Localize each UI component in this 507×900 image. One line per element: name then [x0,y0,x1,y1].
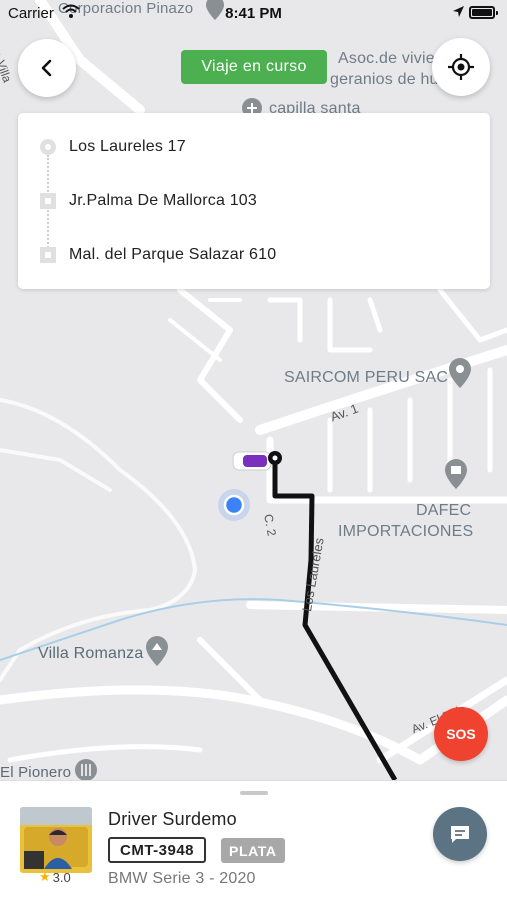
route-polyline [272,458,398,780]
vehicle-info: BMW Serie 3 - 2020 [108,870,256,887]
sheet-drag-handle[interactable] [240,791,268,795]
origin-marker-icon [40,139,56,155]
chevron-left-icon [41,59,52,77]
route-stop: Jr.Palma De Mallorca 103 [69,192,257,209]
user-location-dot [223,494,245,516]
battery-icon [469,6,498,19]
star-icon: ★ [39,869,51,884]
driver-rating: ★ 3.0 [39,869,71,885]
driver-avatar [20,807,92,873]
driver-name: Driver Surdemo [108,809,237,829]
locate-me-button[interactable] [432,38,490,96]
route-card: Los Laureles 17 Jr.Palma De Mallorca 103… [18,113,490,289]
driver-tier-badge: PLATA [221,838,285,863]
stop-marker-icon [40,193,56,209]
poi-pin-pionero [75,759,97,780]
map-label-assoc-2: geranios de hu [330,71,439,88]
route-destination: Mal. del Parque Salazar 610 [69,246,277,263]
sos-button[interactable]: SOS [434,707,488,761]
poi-pin-dafec [445,459,467,489]
chat-button[interactable] [433,807,487,861]
back-button[interactable] [18,39,76,97]
route-origin: Los Laureles 17 [69,138,186,155]
map-label-saircom: SAIRCOM PERU SAC [284,369,449,386]
license-plate: CMT-3948 [108,837,207,863]
map-label-el-pionero: El Pionero [0,764,72,780]
driver-rating-value: 3.0 [52,869,71,885]
map-label-assoc-1: Asoc.de vivie [338,50,435,67]
map-label-dafec-2: IMPORTACIONES [338,523,474,540]
trip-status-badge: Viaje en curso [181,50,327,84]
status-time: 8:41 PM [225,5,282,22]
chat-bubble-icon [451,826,469,843]
poi-pin-villa-romanza [146,636,168,666]
location-arrow-icon [452,5,465,22]
map-label-villa-romanza: Villa Romanza [38,645,144,662]
status-bar: Carrier 8:41 PM [0,0,507,28]
driver-sheet[interactable]: ★ 3.0 Driver Surdemo CMT-3948 PLATA BMW … [0,780,507,900]
map-label-dafec-1: DAFEC [416,502,472,519]
crosshair-icon [448,54,474,80]
destination-marker-icon [40,247,56,263]
